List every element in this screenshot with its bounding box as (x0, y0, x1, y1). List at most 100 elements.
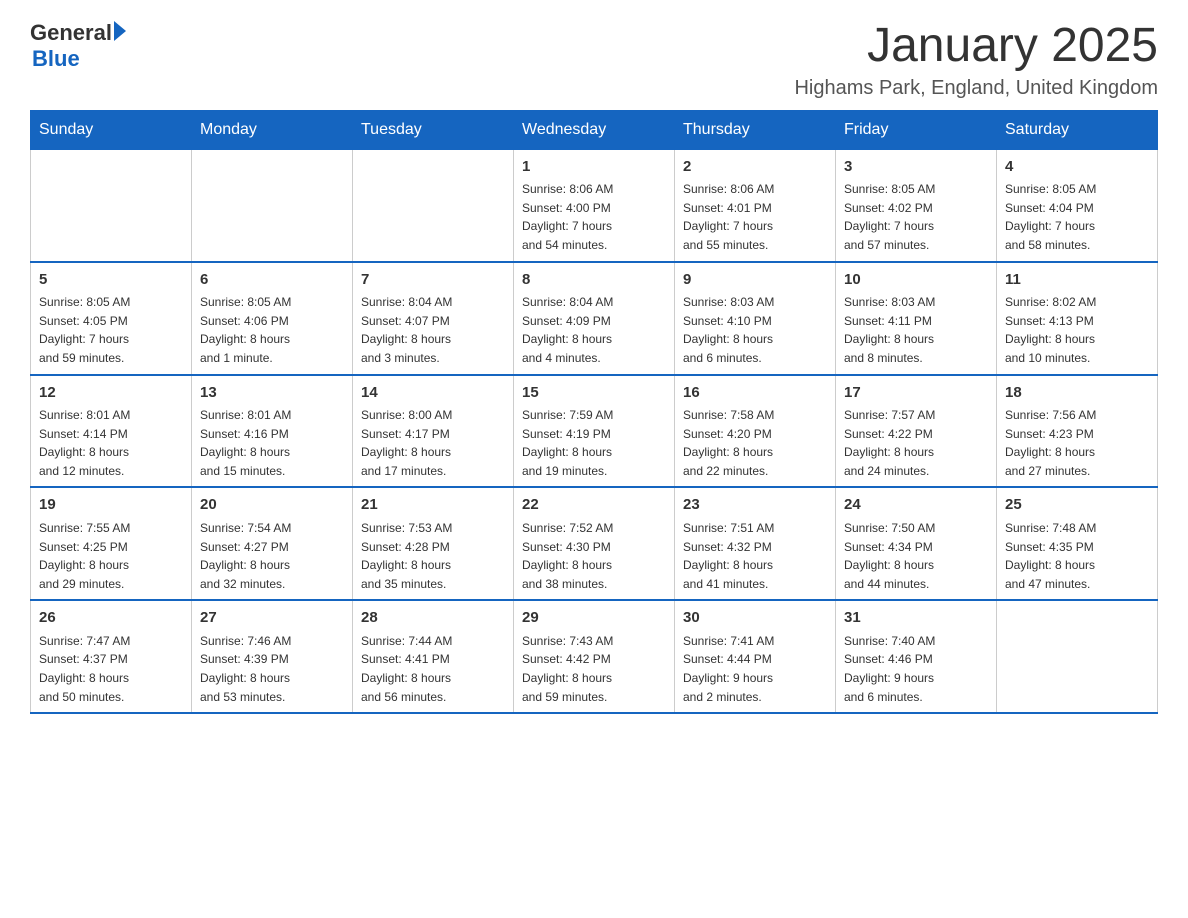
day-info: Sunrise: 7:50 AM Sunset: 4:34 PM Dayligh… (844, 519, 988, 593)
logo-arrow-icon (114, 21, 126, 41)
day-info: Sunrise: 8:04 AM Sunset: 4:09 PM Dayligh… (522, 293, 666, 367)
day-number: 31 (844, 607, 988, 630)
calendar-cell (353, 149, 514, 261)
calendar-header-saturday: Saturday (997, 110, 1158, 149)
calendar-cell: 28Sunrise: 7:44 AM Sunset: 4:41 PM Dayli… (353, 600, 514, 713)
day-info: Sunrise: 7:46 AM Sunset: 4:39 PM Dayligh… (200, 632, 344, 706)
calendar-cell: 25Sunrise: 7:48 AM Sunset: 4:35 PM Dayli… (997, 487, 1158, 600)
calendar-cell: 5Sunrise: 8:05 AM Sunset: 4:05 PM Daylig… (31, 262, 192, 375)
calendar-cell: 30Sunrise: 7:41 AM Sunset: 4:44 PM Dayli… (675, 600, 836, 713)
day-number: 11 (1005, 269, 1149, 292)
calendar-cell: 16Sunrise: 7:58 AM Sunset: 4:20 PM Dayli… (675, 375, 836, 488)
day-number: 21 (361, 494, 505, 517)
day-number: 26 (39, 607, 183, 630)
day-info: Sunrise: 8:00 AM Sunset: 4:17 PM Dayligh… (361, 406, 505, 480)
header: General Blue January 2025 Highams Park, … (30, 20, 1158, 100)
calendar-cell (31, 149, 192, 261)
day-info: Sunrise: 8:02 AM Sunset: 4:13 PM Dayligh… (1005, 293, 1149, 367)
calendar-cell: 6Sunrise: 8:05 AM Sunset: 4:06 PM Daylig… (192, 262, 353, 375)
subtitle: Highams Park, England, United Kingdom (794, 77, 1158, 100)
day-number: 8 (522, 269, 666, 292)
calendar-header-monday: Monday (192, 110, 353, 149)
day-number: 27 (200, 607, 344, 630)
day-number: 9 (683, 269, 827, 292)
day-info: Sunrise: 7:53 AM Sunset: 4:28 PM Dayligh… (361, 519, 505, 593)
calendar-week-5: 26Sunrise: 7:47 AM Sunset: 4:37 PM Dayli… (31, 600, 1158, 713)
day-number: 30 (683, 607, 827, 630)
calendar-cell (192, 149, 353, 261)
calendar-cell: 22Sunrise: 7:52 AM Sunset: 4:30 PM Dayli… (514, 487, 675, 600)
day-info: Sunrise: 8:01 AM Sunset: 4:16 PM Dayligh… (200, 406, 344, 480)
day-number: 20 (200, 494, 344, 517)
calendar-header-thursday: Thursday (675, 110, 836, 149)
logo: General Blue (30, 20, 126, 72)
calendar-cell: 12Sunrise: 8:01 AM Sunset: 4:14 PM Dayli… (31, 375, 192, 488)
day-number: 14 (361, 382, 505, 405)
calendar-header-wednesday: Wednesday (514, 110, 675, 149)
calendar-header-tuesday: Tuesday (353, 110, 514, 149)
day-number: 7 (361, 269, 505, 292)
calendar-cell: 19Sunrise: 7:55 AM Sunset: 4:25 PM Dayli… (31, 487, 192, 600)
day-number: 5 (39, 269, 183, 292)
calendar-week-3: 12Sunrise: 8:01 AM Sunset: 4:14 PM Dayli… (31, 375, 1158, 488)
calendar-cell: 4Sunrise: 8:05 AM Sunset: 4:04 PM Daylig… (997, 149, 1158, 261)
calendar-cell: 26Sunrise: 7:47 AM Sunset: 4:37 PM Dayli… (31, 600, 192, 713)
logo-blue: Blue (32, 46, 126, 72)
day-number: 6 (200, 269, 344, 292)
day-number: 10 (844, 269, 988, 292)
calendar-cell: 23Sunrise: 7:51 AM Sunset: 4:32 PM Dayli… (675, 487, 836, 600)
day-info: Sunrise: 7:43 AM Sunset: 4:42 PM Dayligh… (522, 632, 666, 706)
calendar-cell: 7Sunrise: 8:04 AM Sunset: 4:07 PM Daylig… (353, 262, 514, 375)
day-info: Sunrise: 8:03 AM Sunset: 4:10 PM Dayligh… (683, 293, 827, 367)
day-info: Sunrise: 8:01 AM Sunset: 4:14 PM Dayligh… (39, 406, 183, 480)
day-info: Sunrise: 8:06 AM Sunset: 4:00 PM Dayligh… (522, 180, 666, 254)
title-section: January 2025 Highams Park, England, Unit… (794, 20, 1158, 100)
day-info: Sunrise: 7:58 AM Sunset: 4:20 PM Dayligh… (683, 406, 827, 480)
calendar-cell: 21Sunrise: 7:53 AM Sunset: 4:28 PM Dayli… (353, 487, 514, 600)
day-info: Sunrise: 8:04 AM Sunset: 4:07 PM Dayligh… (361, 293, 505, 367)
calendar-week-4: 19Sunrise: 7:55 AM Sunset: 4:25 PM Dayli… (31, 487, 1158, 600)
day-number: 24 (844, 494, 988, 517)
day-number: 4 (1005, 156, 1149, 179)
calendar-header-friday: Friday (836, 110, 997, 149)
calendar-cell: 10Sunrise: 8:03 AM Sunset: 4:11 PM Dayli… (836, 262, 997, 375)
day-info: Sunrise: 7:40 AM Sunset: 4:46 PM Dayligh… (844, 632, 988, 706)
day-info: Sunrise: 7:57 AM Sunset: 4:22 PM Dayligh… (844, 406, 988, 480)
day-info: Sunrise: 7:55 AM Sunset: 4:25 PM Dayligh… (39, 519, 183, 593)
day-info: Sunrise: 8:05 AM Sunset: 4:05 PM Dayligh… (39, 293, 183, 367)
day-number: 12 (39, 382, 183, 405)
calendar-cell: 27Sunrise: 7:46 AM Sunset: 4:39 PM Dayli… (192, 600, 353, 713)
calendar-cell: 11Sunrise: 8:02 AM Sunset: 4:13 PM Dayli… (997, 262, 1158, 375)
day-info: Sunrise: 7:41 AM Sunset: 4:44 PM Dayligh… (683, 632, 827, 706)
day-info: Sunrise: 8:03 AM Sunset: 4:11 PM Dayligh… (844, 293, 988, 367)
day-info: Sunrise: 8:05 AM Sunset: 4:04 PM Dayligh… (1005, 180, 1149, 254)
day-info: Sunrise: 7:44 AM Sunset: 4:41 PM Dayligh… (361, 632, 505, 706)
calendar-cell: 8Sunrise: 8:04 AM Sunset: 4:09 PM Daylig… (514, 262, 675, 375)
calendar-cell: 18Sunrise: 7:56 AM Sunset: 4:23 PM Dayli… (997, 375, 1158, 488)
calendar-cell: 20Sunrise: 7:54 AM Sunset: 4:27 PM Dayli… (192, 487, 353, 600)
calendar-week-2: 5Sunrise: 8:05 AM Sunset: 4:05 PM Daylig… (31, 262, 1158, 375)
day-number: 19 (39, 494, 183, 517)
day-number: 15 (522, 382, 666, 405)
calendar: SundayMondayTuesdayWednesdayThursdayFrid… (30, 110, 1158, 714)
calendar-cell: 13Sunrise: 8:01 AM Sunset: 4:16 PM Dayli… (192, 375, 353, 488)
day-number: 1 (522, 156, 666, 179)
calendar-cell: 31Sunrise: 7:40 AM Sunset: 4:46 PM Dayli… (836, 600, 997, 713)
day-number: 2 (683, 156, 827, 179)
day-number: 17 (844, 382, 988, 405)
day-number: 13 (200, 382, 344, 405)
day-number: 25 (1005, 494, 1149, 517)
day-info: Sunrise: 8:05 AM Sunset: 4:02 PM Dayligh… (844, 180, 988, 254)
calendar-cell: 3Sunrise: 8:05 AM Sunset: 4:02 PM Daylig… (836, 149, 997, 261)
calendar-header-sunday: Sunday (31, 110, 192, 149)
calendar-cell: 17Sunrise: 7:57 AM Sunset: 4:22 PM Dayli… (836, 375, 997, 488)
day-info: Sunrise: 7:56 AM Sunset: 4:23 PM Dayligh… (1005, 406, 1149, 480)
calendar-cell: 1Sunrise: 8:06 AM Sunset: 4:00 PM Daylig… (514, 149, 675, 261)
day-info: Sunrise: 7:48 AM Sunset: 4:35 PM Dayligh… (1005, 519, 1149, 593)
day-number: 23 (683, 494, 827, 517)
calendar-header-row: SundayMondayTuesdayWednesdayThursdayFrid… (31, 110, 1158, 149)
logo-general: General (30, 20, 112, 46)
day-number: 16 (683, 382, 827, 405)
day-number: 18 (1005, 382, 1149, 405)
day-number: 29 (522, 607, 666, 630)
